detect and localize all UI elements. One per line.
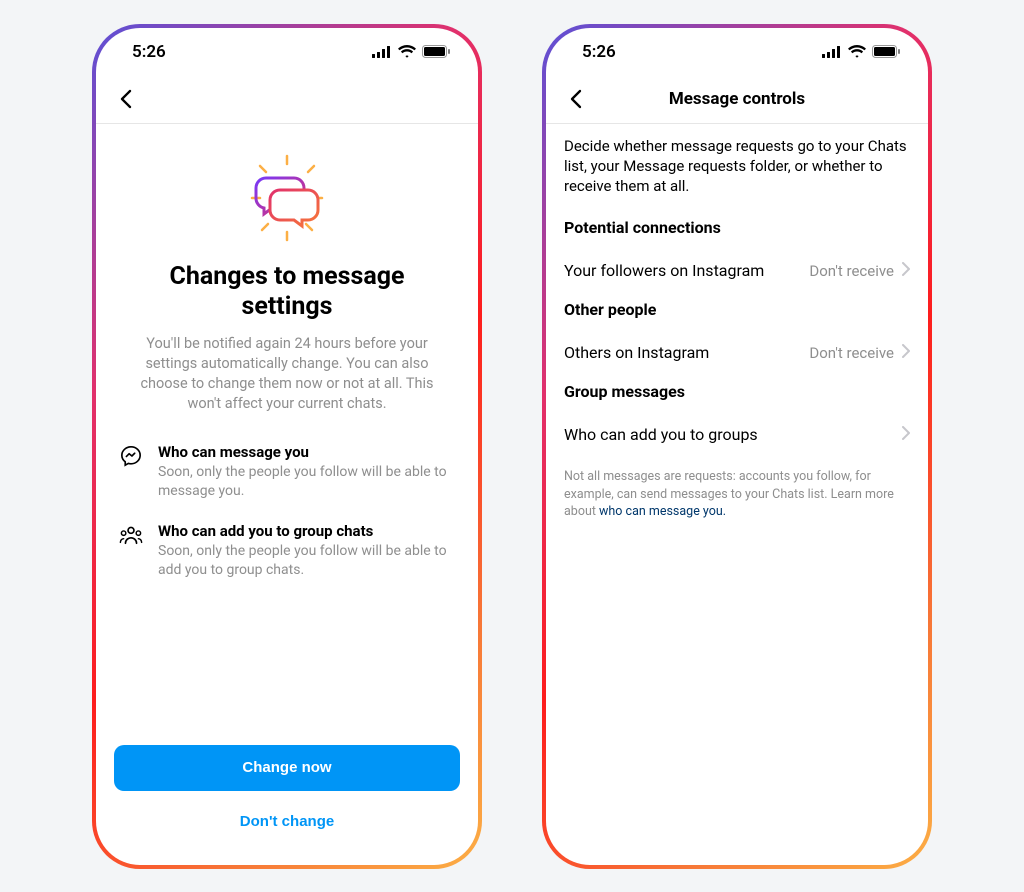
row-label: Who can add you to groups bbox=[564, 425, 758, 444]
section-group-messages: Group messages bbox=[546, 376, 928, 411]
info-item-who-can-message: Who can message you Soon, only the peopl… bbox=[118, 443, 456, 501]
row-value: Don't receive bbox=[809, 344, 894, 362]
signal-icon bbox=[822, 46, 842, 58]
wifi-icon bbox=[848, 45, 866, 58]
chevron-left-icon bbox=[120, 89, 132, 109]
status-time: 5:26 bbox=[132, 42, 166, 62]
content-area: Decide whether message requests go to yo… bbox=[546, 124, 928, 865]
chevron-right-icon bbox=[902, 343, 910, 362]
section-other-people: Other people bbox=[546, 294, 928, 329]
signal-icon bbox=[372, 46, 392, 58]
back-button[interactable] bbox=[110, 83, 142, 115]
hero-description: You'll be notified again 24 hours before… bbox=[124, 334, 450, 415]
status-bar: 5:26 bbox=[96, 28, 478, 76]
row-who-can-add-groups[interactable]: Who can add you to groups bbox=[546, 411, 928, 458]
info-item-title: Who can add you to group chats bbox=[158, 522, 456, 540]
phone-mockup-right: 5:26 Message controls Decide whether mes… bbox=[542, 24, 932, 869]
dont-change-button[interactable]: Don't change bbox=[114, 801, 460, 843]
people-group-icon bbox=[118, 522, 144, 580]
chevron-right-icon bbox=[902, 261, 910, 280]
messenger-icon bbox=[118, 443, 144, 501]
battery-icon bbox=[422, 45, 450, 58]
nav-bar bbox=[96, 76, 478, 124]
chat-bubbles-illustration-icon bbox=[232, 148, 342, 248]
row-label: Your followers on Instagram bbox=[564, 261, 764, 280]
nav-bar: Message controls bbox=[546, 76, 928, 124]
row-value: Don't receive bbox=[809, 262, 894, 280]
status-icons bbox=[372, 45, 450, 58]
battery-icon bbox=[872, 45, 900, 58]
phone-screen: 5:26 bbox=[96, 28, 478, 865]
status-icons bbox=[822, 45, 900, 58]
row-your-followers[interactable]: Your followers on Instagram Don't receiv… bbox=[546, 247, 928, 294]
hero-title: Changes to message settings bbox=[124, 262, 450, 322]
info-list: Who can message you Soon, only the peopl… bbox=[96, 415, 478, 603]
status-time: 5:26 bbox=[582, 42, 616, 62]
content-area: Changes to message settings You'll be no… bbox=[96, 124, 478, 865]
back-button[interactable] bbox=[560, 83, 592, 115]
row-others-on-instagram[interactable]: Others on Instagram Don't receive bbox=[546, 329, 928, 376]
footnote-link[interactable]: who can message you. bbox=[599, 504, 726, 519]
phone-screen: 5:26 Message controls Decide whether mes… bbox=[546, 28, 928, 865]
chevron-left-icon bbox=[570, 89, 582, 109]
hero-section: Changes to message settings You'll be no… bbox=[96, 124, 478, 415]
section-potential-connections: Potential connections bbox=[546, 212, 928, 247]
info-item-group-chats: Who can add you to group chats Soon, onl… bbox=[118, 522, 456, 580]
intro-text: Decide whether message requests go to yo… bbox=[546, 124, 928, 213]
info-item-subtitle: Soon, only the people you follow will be… bbox=[158, 542, 456, 580]
wifi-icon bbox=[398, 45, 416, 58]
row-label: Others on Instagram bbox=[564, 343, 709, 362]
nav-title: Message controls bbox=[546, 89, 928, 109]
status-bar: 5:26 bbox=[546, 28, 928, 76]
info-item-subtitle: Soon, only the people you follow will be… bbox=[158, 463, 456, 501]
info-item-title: Who can message you bbox=[158, 443, 456, 461]
chevron-right-icon bbox=[902, 425, 910, 444]
change-now-button[interactable]: Change now bbox=[114, 745, 460, 791]
footnote: Not all messages are requests: accounts … bbox=[546, 458, 928, 531]
phone-mockup-left: 5:26 bbox=[92, 24, 482, 869]
